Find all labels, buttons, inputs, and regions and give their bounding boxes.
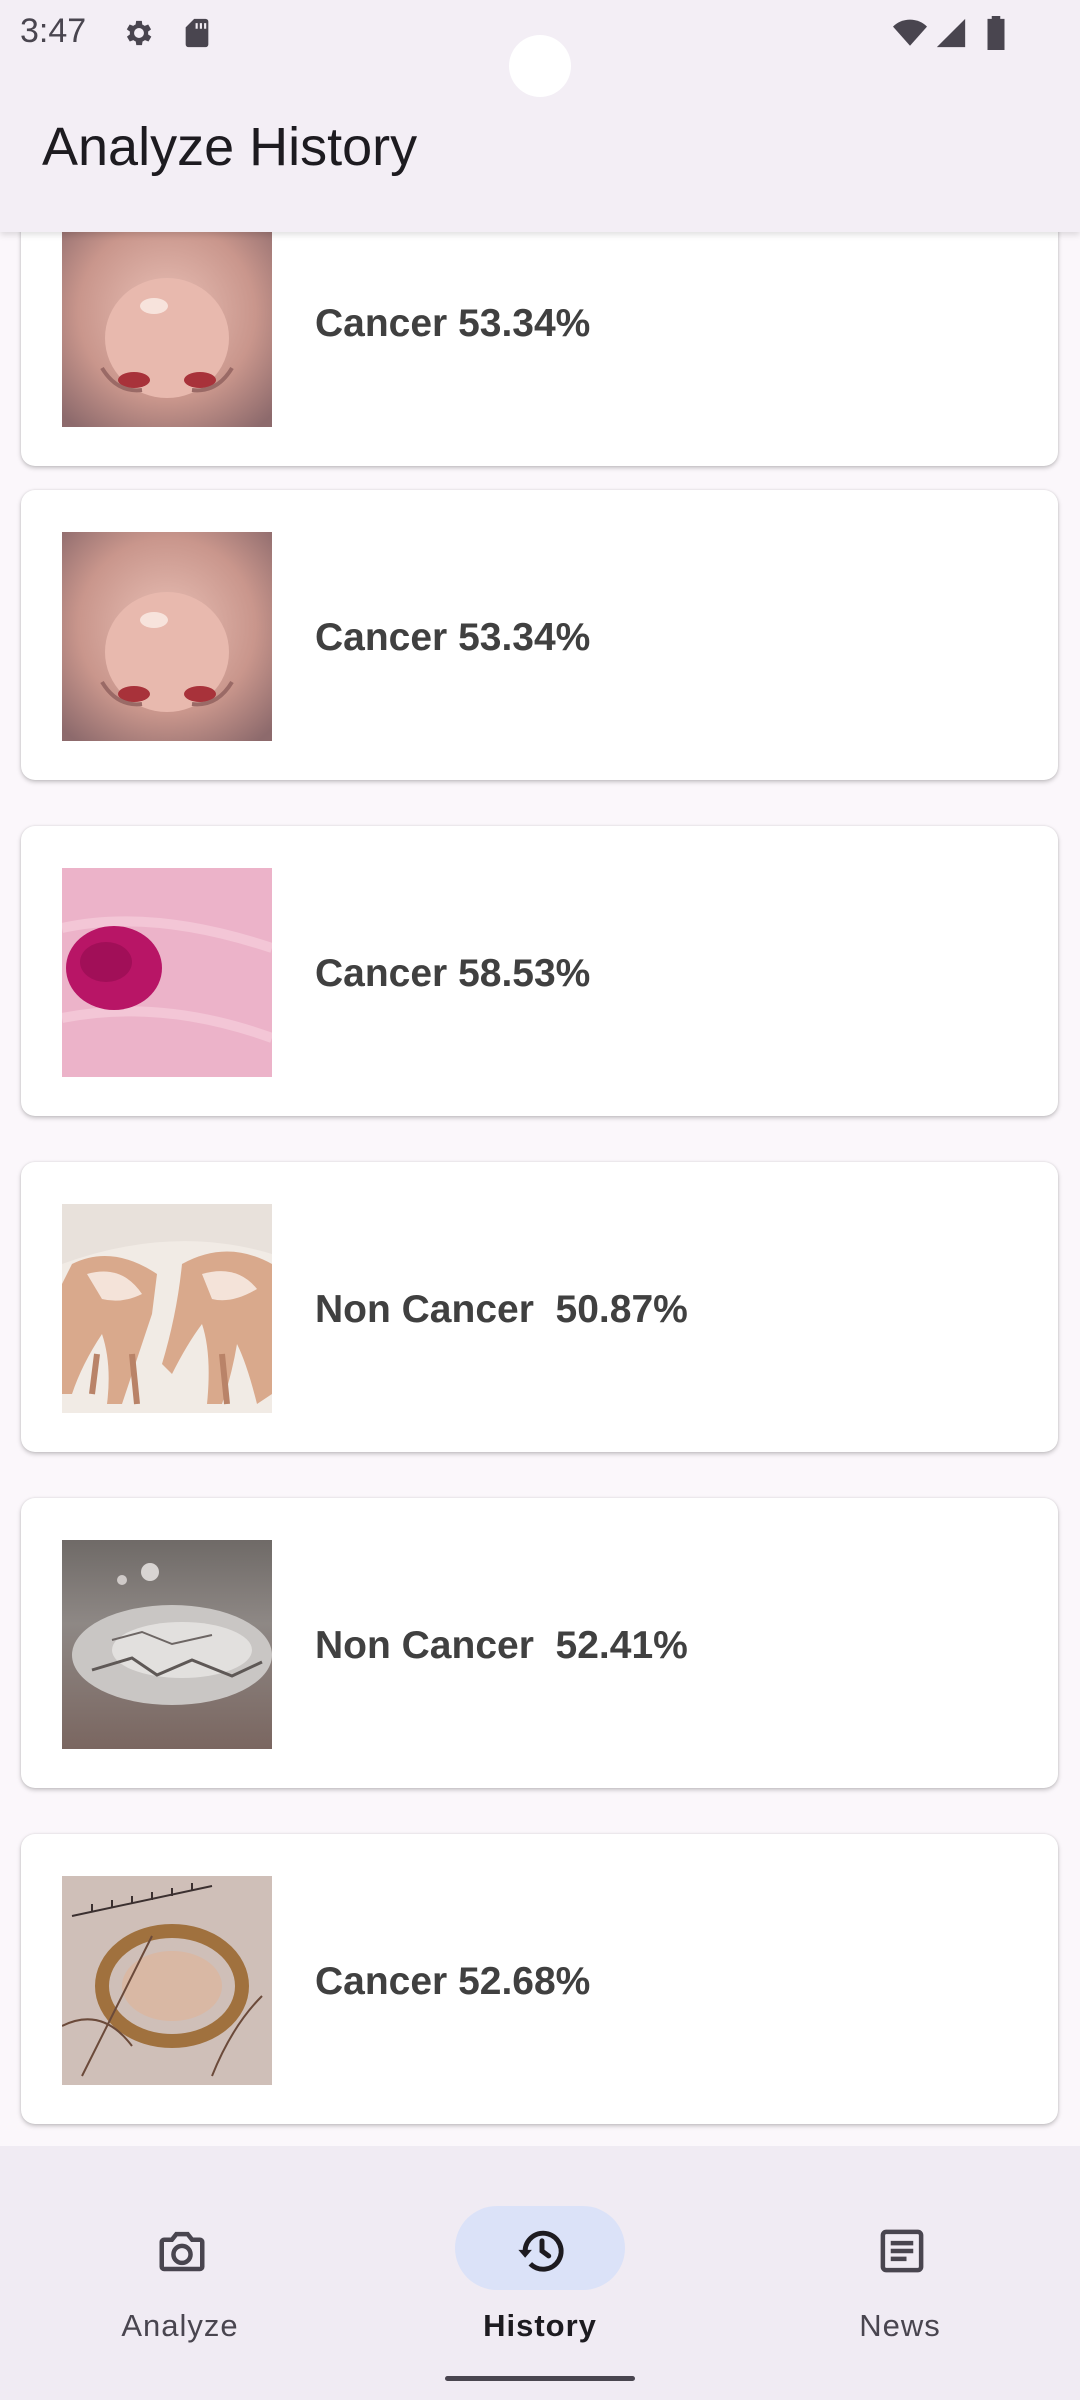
battery-icon (987, 16, 1005, 50)
camera-cutout (509, 35, 571, 97)
signal-icon (936, 18, 966, 48)
history-card[interactable]: Cancer 52.68% (21, 1834, 1058, 2124)
result-label: Cancer 52.68% (315, 1960, 591, 2003)
history-card[interactable]: Non Cancer 52.41% (21, 1498, 1058, 1788)
nav-label: Analyze (121, 2308, 239, 2343)
camera-icon (159, 2231, 205, 2272)
bottom-navigation: Analyze History News (0, 2146, 1080, 2400)
scaly-skin-photo (62, 1540, 272, 1749)
result-label: Cancer 53.34% (315, 302, 591, 345)
history-card[interactable]: Non Cancer 50.87% (21, 1162, 1058, 1452)
gesture-handle[interactable] (445, 2376, 635, 2381)
history-card[interactable]: Cancer 58.53% (21, 826, 1058, 1116)
hands-depigmentation-photo (62, 1204, 272, 1413)
gear-icon (126, 20, 152, 46)
page-title: Analyze History (42, 117, 418, 177)
red-skin-lesion-photo (62, 868, 272, 1077)
history-icon (518, 2230, 564, 2272)
history-list[interactable]: Cancer 53.34% Cancer 53.34% Cancer 58.53… (0, 232, 1080, 2146)
nav-label: News (859, 2308, 941, 2343)
result-label: Cancer 53.34% (315, 616, 591, 659)
mole-dermoscopy-photo (62, 1876, 272, 2085)
wifi-icon (893, 19, 927, 46)
result-label: Non Cancer 50.87% (315, 1288, 688, 1331)
history-card[interactable]: Cancer 53.34% (21, 232, 1058, 466)
nose-photo (62, 232, 272, 427)
result-label: Cancer 58.53% (315, 952, 591, 995)
nav-item-history[interactable]: History (415, 2174, 675, 2344)
nav-item-analyze[interactable]: Analyze (55, 2174, 315, 2344)
sd-card-icon (185, 18, 209, 48)
history-card[interactable]: Cancer 53.34% (21, 490, 1058, 780)
news-icon (880, 2229, 924, 2273)
nav-item-news[interactable]: News (775, 2174, 1035, 2344)
result-label: Non Cancer 52.41% (315, 1624, 688, 1667)
nav-label: History (483, 2308, 597, 2343)
status-time: 3:47 (20, 12, 87, 50)
nose-photo (62, 532, 272, 741)
